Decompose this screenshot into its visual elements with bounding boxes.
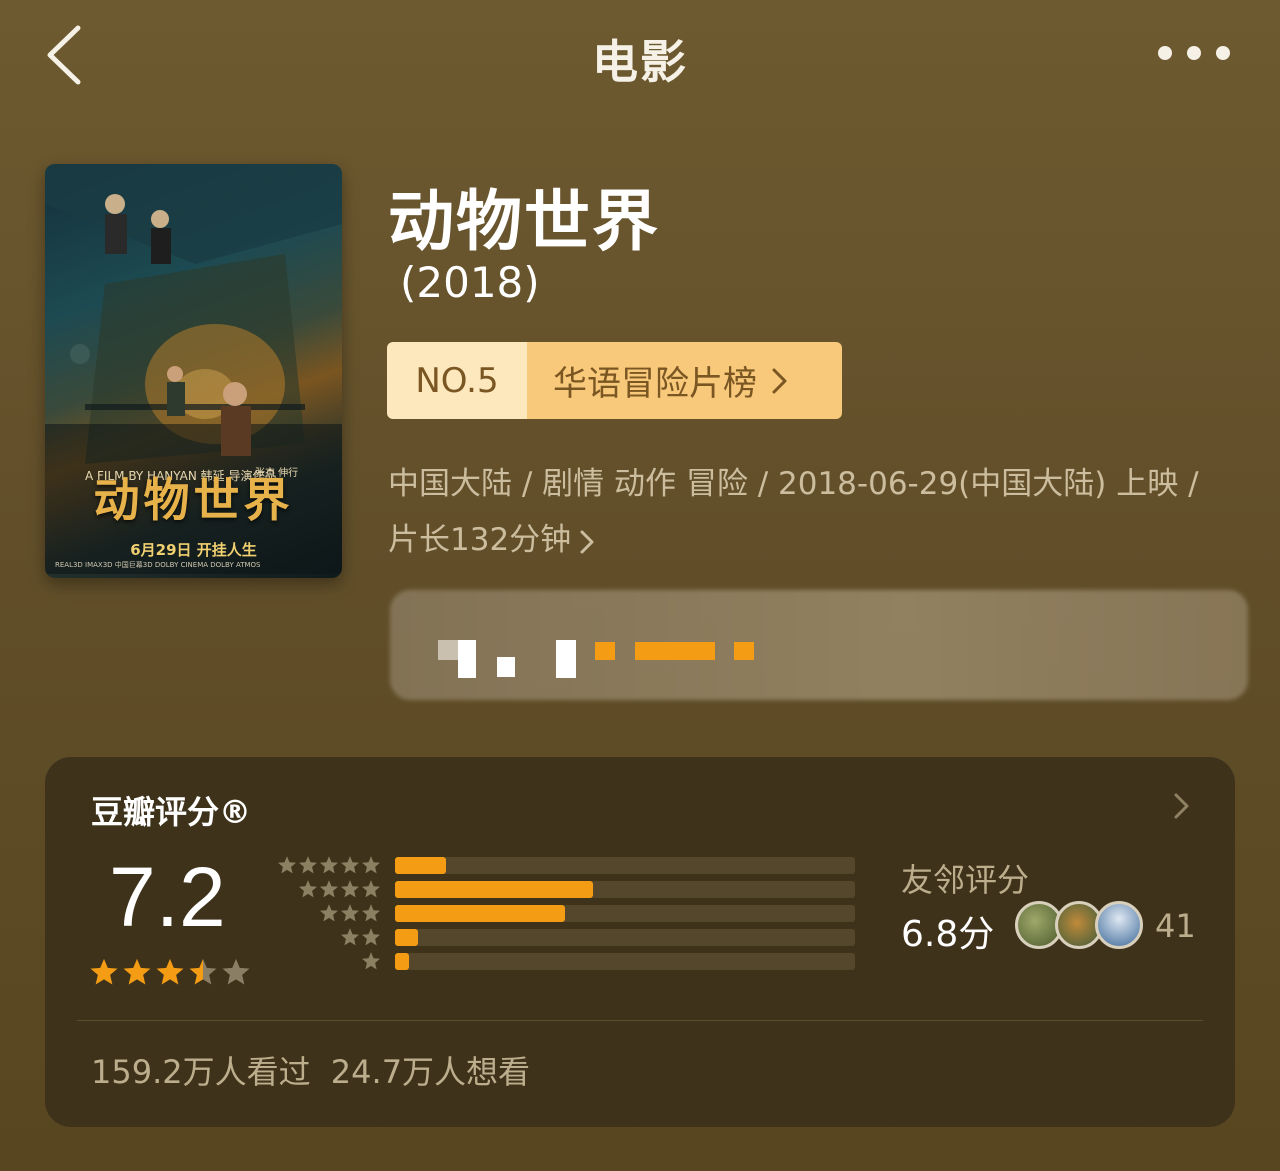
star-icon xyxy=(362,856,380,874)
distribution-bar-3 xyxy=(395,905,566,922)
poster-logos: REAL3D IMAX3D 中国巨幕3D DOLBY CINEMA DOLBY … xyxy=(55,561,261,569)
redacted-pixel xyxy=(497,657,515,677)
rank-number: NO.5 xyxy=(387,342,527,419)
avatar xyxy=(1095,901,1143,949)
star-icon xyxy=(299,856,317,874)
rank-list-link: 华语冒险片榜 xyxy=(527,342,842,419)
star-icon xyxy=(299,880,317,898)
wish-count: 24.7万人想看 xyxy=(330,1053,531,1091)
star-icon xyxy=(156,958,184,985)
distribution-bar-1 xyxy=(395,953,409,970)
page-title: 电影 xyxy=(592,35,688,89)
friend-count: 41 xyxy=(1155,907,1196,945)
star-icon xyxy=(341,856,359,874)
redacted-pixel xyxy=(635,642,715,660)
poster-title: 动物世界 xyxy=(93,473,294,527)
rank-list-name: 华语冒险片榜 xyxy=(553,364,757,404)
movie-meta-text: 中国大陆 / 剧情 动作 冒险 / 2018-06-29(中国大陆) 上映 / … xyxy=(388,466,1199,558)
rating-card[interactable]: 豆瓣评分® 7.2 友邻评分 6.8分 41 159.2万人看过 24.7万人想… xyxy=(45,757,1235,1127)
distribution-stars-5 xyxy=(277,855,381,875)
star-icon xyxy=(123,958,151,985)
distribution-bar-track xyxy=(395,857,855,874)
distribution-stars-4 xyxy=(298,879,381,899)
friend-avatars[interactable] xyxy=(1015,901,1143,949)
divider xyxy=(77,1020,1203,1021)
star-icon xyxy=(362,952,380,970)
movie-poster[interactable]: A FILM BY HANYAN 韩延 导演作品 张杰 伸行 动物世界 6月29… xyxy=(45,164,342,578)
distribution-stars-3 xyxy=(319,903,381,923)
rank-badge[interactable]: NO.5 华语冒险片榜 xyxy=(387,342,842,419)
star-icon xyxy=(320,904,338,922)
redacted-area xyxy=(390,590,1248,700)
distribution-bar-track xyxy=(395,953,855,970)
star-icon xyxy=(320,856,338,874)
friend-rating-score: 6.8分 xyxy=(901,914,995,955)
star-icon xyxy=(90,958,118,985)
redacted-pixel xyxy=(595,642,615,660)
star-icon xyxy=(362,880,380,898)
poster-release-date: 6月29日 开挂人生 xyxy=(130,541,257,559)
distribution-stars-1 xyxy=(361,951,381,971)
distribution-stars-2 xyxy=(340,927,381,947)
distribution-bar-track xyxy=(395,905,855,922)
chevron-right-icon[interactable] xyxy=(1173,791,1191,821)
chevron-right-icon xyxy=(772,368,787,393)
star-icon xyxy=(222,958,250,985)
distribution-bar-track xyxy=(395,881,855,898)
rating-stars xyxy=(89,957,251,987)
watched-count: 159.2万人看过 xyxy=(91,1053,311,1091)
friend-rating-label: 友邻评分 xyxy=(901,861,1030,899)
star-icon xyxy=(278,856,296,874)
star-icon xyxy=(189,958,217,985)
chevron-right-icon xyxy=(580,530,594,553)
rating-title: 豆瓣评分® xyxy=(91,793,252,831)
more-button[interactable] xyxy=(1158,38,1230,68)
star-icon xyxy=(341,880,359,898)
movie-title: 动物世界 xyxy=(388,183,660,260)
distribution-bar-2 xyxy=(395,929,418,946)
movie-meta[interactable]: 中国大陆 / 剧情 动作 冒险 / 2018-06-29(中国大陆) 上映 / … xyxy=(388,456,1208,568)
more-dots-icon xyxy=(1158,46,1172,60)
star-icon xyxy=(320,880,338,898)
redacted-pixel xyxy=(556,640,576,678)
redacted-pixel xyxy=(438,640,458,660)
watch-stats: 159.2万人看过 24.7万人想看 xyxy=(91,1047,530,1093)
distribution-bar-4 xyxy=(395,881,593,898)
redacted-pixel xyxy=(734,642,754,660)
movie-year: (2018) xyxy=(400,258,540,307)
distribution-bar-track xyxy=(395,929,855,946)
star-icon xyxy=(341,904,359,922)
redacted-pixel xyxy=(458,640,476,678)
star-icon xyxy=(362,928,380,946)
distribution-bar-5 xyxy=(395,857,446,874)
star-icon xyxy=(341,928,359,946)
star-icon xyxy=(362,904,380,922)
rating-score: 7.2 xyxy=(109,850,226,944)
